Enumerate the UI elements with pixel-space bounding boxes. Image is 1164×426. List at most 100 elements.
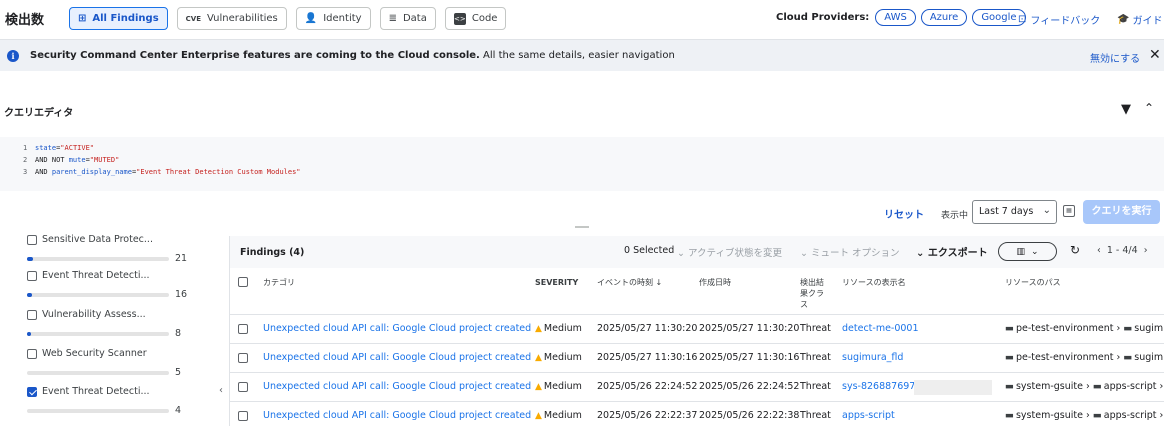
columns-icon: ▥ (1016, 246, 1025, 257)
row-checkbox[interactable] (238, 324, 248, 334)
resource-path-cell: ▬ system-gsuite › ▬ apps-script › (1005, 410, 1164, 421)
facet-bar (27, 409, 169, 413)
folder-icon: ▬ (1005, 381, 1014, 392)
category-link[interactable]: Unexpected cloud API call: Google Cloud … (263, 381, 531, 392)
resource-path-cell: ▬ system-gsuite › ▬ apps-script › (1005, 381, 1164, 392)
guide-link[interactable]: 🎓 ガイド (1117, 12, 1162, 27)
class-cell: Threat (800, 323, 831, 334)
provider-azure-button[interactable]: Azure (920, 9, 968, 26)
tab-data[interactable]: ≣ Data (379, 7, 436, 30)
col-resource-name[interactable]: リソースの表示名 (842, 277, 906, 288)
warning-icon: ▲ (535, 353, 542, 363)
checkbox[interactable] (27, 234, 37, 245)
mute-options-button[interactable]: ⌄ ミュート オプション (800, 245, 900, 259)
page-title: 検出数 (5, 13, 45, 28)
created-cell: 2025/05/26 22:22:38 (699, 410, 800, 421)
facet-label: Event Threat Detecti... (42, 270, 150, 281)
resource-link[interactable]: sys-826887697 (842, 381, 915, 392)
tab-identity[interactable]: 👤 Identity (295, 7, 371, 30)
code-line: 1 state="ACTIVE" (23, 144, 95, 152)
checkbox[interactable] (27, 309, 37, 320)
tab-all-findings[interactable]: ⊞ All Findings (69, 7, 168, 30)
selected-count: 0 Selected (624, 245, 675, 256)
query-code-editor[interactable]: 1 state="ACTIVE" 2 AND NOT mute="MUTED" 3A… (0, 137, 1164, 191)
tab-vulnerabilities[interactable]: CVE Vulnerabilities (176, 7, 287, 30)
tab-code[interactable]: <> Code (444, 7, 507, 30)
resource-link[interactable]: apps-script (842, 410, 895, 421)
showing-label: 表示中 (941, 211, 969, 221)
prev-page-icon[interactable]: ‹ (1097, 245, 1101, 256)
column-picker-button[interactable]: ▥ ⌄ (998, 242, 1057, 261)
refresh-icon[interactable]: ↻ (1070, 243, 1080, 257)
run-query-button[interactable]: クエリを実行 (1083, 200, 1160, 224)
col-event-time[interactable]: イベントの時刻 ↓ (597, 277, 662, 288)
facet-bar-fill (27, 257, 33, 261)
facet-label: Vulnerability Assess... (42, 309, 146, 320)
reset-button[interactable]: リセット (878, 203, 930, 224)
change-state-button[interactable]: ⌄ アクティブ状態を変更 (677, 245, 782, 259)
facet-item[interactable]: Sensitive Data Protec... 21 (27, 234, 218, 264)
table-header: カテゴリ SEVERITY イベントの時刻 ↓ 作成日時 検出結果クラス リソー… (230, 268, 1164, 314)
close-icon[interactable]: ✕ (1149, 47, 1161, 63)
tab-label: Vulnerabilities (207, 13, 278, 24)
facet-bar-fill (27, 332, 31, 336)
category-link[interactable]: Unexpected cloud API call: Google Cloud … (263, 323, 531, 334)
banner-message: Security Command Center Enterprise featu… (30, 50, 675, 61)
table-row[interactable]: Unexpected cloud API call: Google Cloud … (230, 343, 1164, 372)
facet-bar-fill (27, 293, 32, 297)
database-icon: ≣ (388, 13, 397, 24)
next-page-icon[interactable]: › (1144, 245, 1148, 256)
chevron-left-icon[interactable]: ‹ (219, 385, 223, 396)
category-link[interactable]: Unexpected cloud API call: Google Cloud … (263, 352, 531, 363)
chevron-up-icon[interactable]: ⌃ (1144, 101, 1154, 115)
facet-item[interactable]: Event Threat Detecti... 4 (27, 386, 218, 416)
feedback-icon: ⊡ (1018, 14, 1027, 25)
facet-item[interactable]: Event Threat Detecti... 16 (27, 270, 218, 300)
table-row[interactable]: Unexpected cloud API call: Google Cloud … (230, 372, 1164, 401)
info-icon: i (7, 50, 19, 62)
guide-label: ガイド (1132, 16, 1163, 27)
checkbox[interactable] (27, 348, 37, 359)
findings-tabs: ⊞ All Findings CVE Vulnerabilities 👤 Ide… (69, 7, 507, 30)
checkbox[interactable] (27, 270, 37, 281)
filter-icon[interactable]: ▼ (1121, 102, 1131, 117)
disable-button[interactable]: 無効にする (1090, 50, 1140, 65)
facet-count: 21 (175, 253, 188, 264)
resize-handle[interactable] (575, 226, 589, 228)
table-row[interactable]: Unexpected cloud API call: Google Cloud … (230, 401, 1164, 426)
resource-link[interactable]: detect-me-0001 (842, 323, 919, 334)
resource-path-cell: ▬pe-test-environment › ▬sugimu (1005, 323, 1164, 334)
severity-cell: ▲ Medium (535, 352, 582, 363)
query-editor-header: クエリエディタ ▼ ⌃ (0, 72, 1164, 134)
facet-bar (27, 257, 169, 261)
category-link[interactable]: Unexpected cloud API call: Google Cloud … (263, 410, 531, 421)
row-checkbox[interactable] (238, 382, 248, 392)
time-range-value: Last 7 days (979, 206, 1034, 217)
select-all-checkbox[interactable] (238, 277, 248, 287)
banner-message-bold: Security Command Center Enterprise featu… (30, 50, 480, 61)
col-severity[interactable]: SEVERITY (535, 277, 578, 288)
tab-label: Data (402, 13, 427, 24)
facet-item[interactable]: Vulnerability Assess... 8 (27, 309, 218, 339)
table-row[interactable]: Unexpected cloud API call: Google Cloud … (230, 314, 1164, 343)
provider-aws-button[interactable]: AWS (875, 9, 916, 26)
row-checkbox[interactable] (238, 353, 248, 363)
calendar-icon[interactable]: ▦ (1063, 205, 1075, 217)
facet-label: Sensitive Data Protec... (42, 234, 153, 245)
col-resource-path[interactable]: リソースのパス (1005, 277, 1061, 288)
facet-item[interactable]: Web Security Scanner 5 (27, 348, 218, 378)
facet-label: Web Security Scanner (42, 348, 147, 359)
banner-message-rest: All the same details, easier navigation (479, 50, 675, 61)
severity-cell: ▲ Medium (535, 323, 582, 334)
col-finding-class[interactable]: 検出結果クラス (800, 277, 826, 310)
findings-table: Findings (4) 0 Selected ⌄ アクティブ状態を変更 ⌄ ミ… (229, 236, 1164, 426)
row-checkbox[interactable] (238, 411, 248, 421)
feedback-link[interactable]: ⊡ フィードバック (1018, 12, 1100, 27)
checkbox-checked[interactable] (27, 386, 37, 397)
col-category[interactable]: カテゴリ (263, 277, 295, 288)
time-range-select[interactable]: Last 7 days ⌄ (972, 200, 1057, 224)
resource-link[interactable]: sugimura_fld (842, 352, 903, 363)
export-button[interactable]: ⌄ エクスポート (916, 244, 988, 259)
warning-icon: ▲ (535, 324, 542, 334)
col-created[interactable]: 作成日時 (699, 277, 731, 288)
